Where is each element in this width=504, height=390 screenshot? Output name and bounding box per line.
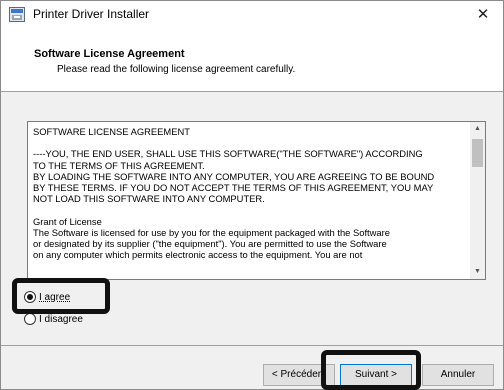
agree-option[interactable]: I agree	[24, 291, 70, 303]
close-button[interactable]: ✕	[463, 1, 503, 29]
page-title: Software License Agreement	[34, 48, 185, 60]
scroll-thumb[interactable]	[472, 139, 483, 167]
window-title: Printer Driver Installer	[33, 7, 150, 21]
next-button[interactable]: Suivant >	[340, 364, 412, 386]
license-scrollbar[interactable]: ▲ ▼	[470, 122, 485, 279]
footer-separator	[1, 345, 503, 346]
disagree-label: I disagree	[39, 313, 83, 325]
title-bar: Printer Driver Installer ✕	[1, 1, 503, 29]
installer-icon	[9, 7, 25, 22]
page-subtitle: Please read the following license agreem…	[57, 64, 296, 75]
license-text-area[interactable]: SOFTWARE LICENSE AGREEMENT ----YOU, THE …	[27, 121, 486, 280]
license-text: SOFTWARE LICENSE AGREEMENT ----YOU, THE …	[33, 126, 435, 261]
close-icon: ✕	[476, 6, 490, 23]
scroll-up-icon[interactable]: ▲	[470, 122, 485, 136]
agree-label: I agree	[39, 291, 71, 303]
back-button[interactable]: < Précédent	[263, 364, 335, 386]
cancel-button[interactable]: Annuler	[422, 364, 494, 386]
disagree-option[interactable]: I disagree	[24, 313, 83, 325]
scroll-down-icon[interactable]: ▼	[470, 265, 485, 279]
wizard-header: Software License Agreement Please read t…	[1, 29, 503, 92]
disagree-radio[interactable]	[24, 313, 36, 325]
installer-window: Printer Driver Installer ✕ Software Lice…	[0, 0, 504, 390]
agree-radio[interactable]	[24, 291, 36, 303]
